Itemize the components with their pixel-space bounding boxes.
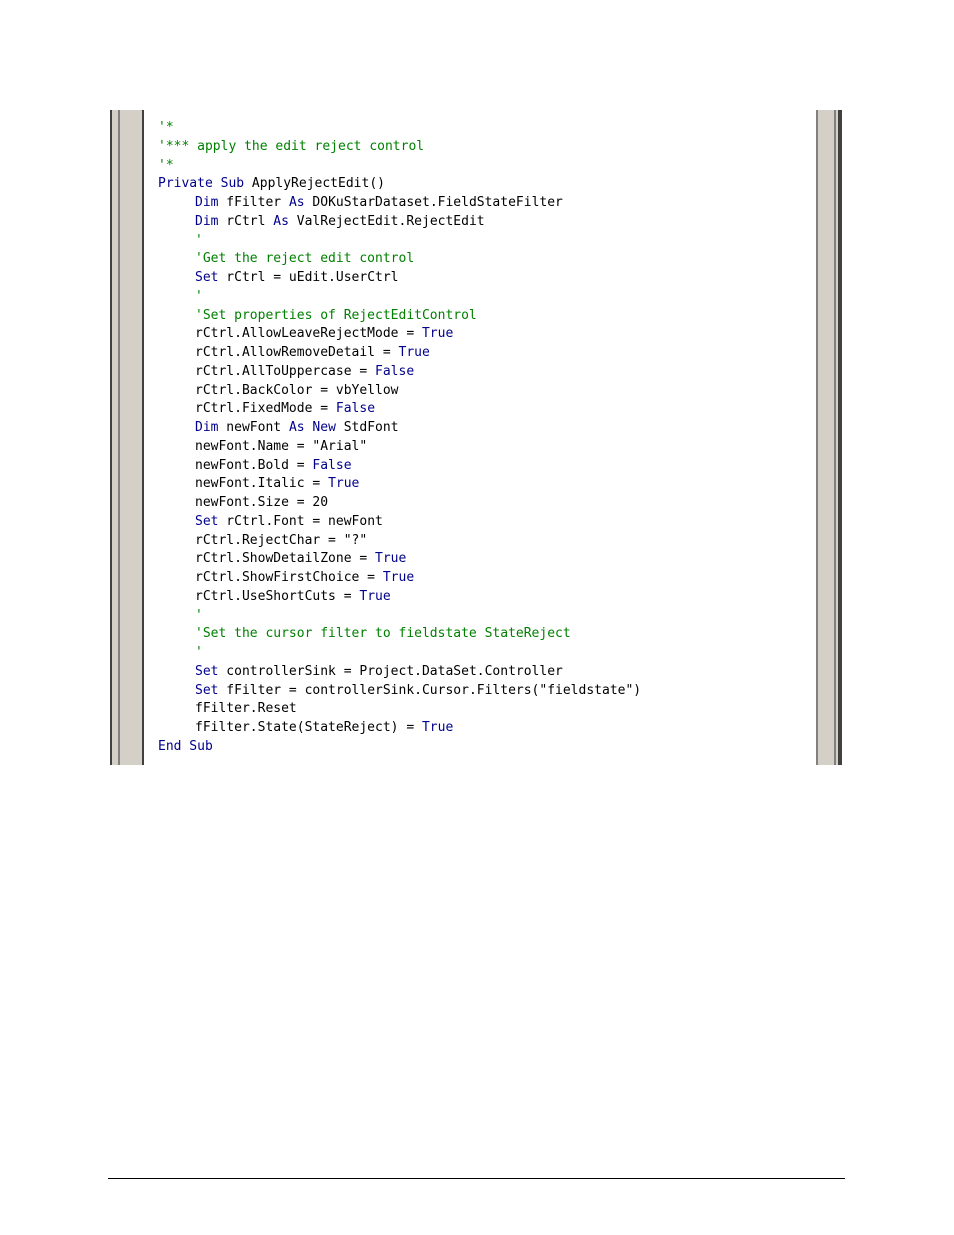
code-line: fFilter.Reset: [158, 700, 641, 719]
code-keyword: True: [421, 326, 454, 342]
code-keyword: True: [398, 345, 430, 360]
code-keyword: True: [382, 570, 415, 585]
code-line: ': [158, 607, 641, 626]
code-comment: 'Set properties of RejectEditControl: [195, 307, 477, 323]
code-keyword: False: [335, 401, 376, 417]
code-keyword: True: [421, 720, 454, 735]
code-comment: ': [195, 288, 203, 304]
code-line: rCtrl.RejectChar = "?": [158, 532, 641, 551]
code-line: rCtrl.ShowFirstChoice = True: [158, 569, 641, 588]
code-text: rCtrl: [218, 213, 274, 229]
editor-right-scrollbar[interactable]: [814, 110, 842, 765]
code-text: fFilter.State(StateReject) =: [195, 720, 422, 735]
code-keyword: Set: [195, 513, 219, 529]
code-text: StdFont: [335, 420, 399, 435]
code-text: newFont.Italic =: [195, 476, 329, 492]
code-line: rCtrl.ShowDetailZone = True: [158, 550, 641, 569]
code-keyword: Dim: [195, 195, 219, 210]
code-text: rCtrl.Font = newFont: [218, 513, 383, 529]
code-line: Private Sub ApplyRejectEdit(): [158, 175, 641, 194]
code-line: 'Set the cursor filter to fieldstate Sta…: [158, 625, 641, 644]
code-line: newFont.Bold = False: [158, 457, 641, 476]
code-line: '*** apply the edit reject control: [158, 138, 641, 157]
code-text: newFont.Bold =: [195, 457, 313, 473]
code-line: '*: [158, 119, 641, 138]
code-keyword: Dim: [195, 420, 219, 435]
code-text: rCtrl.UseShortCuts =: [195, 588, 360, 604]
code-comment: 'Set the cursor filter to fieldstate Sta…: [195, 626, 571, 642]
code-text: DOKuStarDataset.FieldStateFilter: [304, 195, 563, 210]
code-text: newFont: [218, 420, 289, 435]
code-line: ': [158, 288, 641, 307]
code-text: rCtrl = uEdit.UserCtrl: [218, 270, 399, 285]
code-text: rCtrl.AllToUppercase =: [195, 363, 376, 379]
code-line: Dim newFont As New StdFont: [158, 419, 641, 438]
code-keyword: True: [359, 588, 391, 604]
code-line: rCtrl.UseShortCuts = True: [158, 588, 641, 607]
code-keyword: Private Sub: [158, 176, 245, 192]
code-comment: '*** apply the edit reject control: [158, 138, 425, 154]
code-line: rCtrl.AllowLeaveRejectMode = True: [158, 325, 641, 344]
code-listing: '* '*** apply the edit reject control '* Pr…: [158, 119, 641, 757]
code-keyword: False: [375, 363, 415, 379]
code-keyword: True: [328, 476, 360, 492]
code-line: rCtrl.AllowRemoveDetail = True: [158, 344, 641, 363]
code-line: ': [158, 644, 641, 663]
code-keyword: Set: [195, 270, 219, 285]
code-text: fFilter.Reset: [195, 701, 297, 717]
code-text: ApplyRejectEdit(): [244, 176, 385, 192]
code-line: Set controllerSink = Project.DataSet.Con…: [158, 663, 641, 682]
code-line: rCtrl.AllToUppercase = False: [158, 363, 641, 382]
code-text: fFilter = controllerSink.Cursor.Filters(…: [218, 682, 642, 698]
code-keyword: As New: [288, 420, 336, 435]
code-line: newFont.Name = "Arial": [158, 438, 641, 457]
code-line: newFont.Size = 20: [158, 494, 641, 513]
code-line: Dim rCtrl As ValRejectEdit.RejectEdit: [158, 213, 641, 232]
code-comment: '*: [158, 120, 174, 135]
code-line: 'Set properties of RejectEditControl: [158, 307, 641, 326]
code-line: Set rCtrl.Font = newFont: [158, 513, 641, 532]
code-text: rCtrl.RejectChar = "?": [195, 532, 368, 548]
code-line: Set fFilter = controllerSink.Cursor.Filt…: [158, 682, 641, 701]
editor-left-margin-bar: [110, 110, 146, 765]
code-comment: '*: [158, 157, 174, 173]
footer-divider: [108, 1178, 845, 1179]
code-keyword: End Sub: [158, 738, 213, 754]
code-text: controllerSink = Project.DataSet.Control…: [218, 663, 563, 679]
code-line: Set rCtrl = uEdit.UserCtrl: [158, 269, 641, 288]
code-keyword: True: [375, 551, 407, 567]
code-text: rCtrl.AllowLeaveRejectMode =: [195, 326, 422, 342]
code-keyword: False: [312, 457, 352, 473]
code-comment: ': [195, 232, 203, 248]
code-keyword: As: [273, 213, 289, 229]
code-keyword: Set: [195, 663, 219, 679]
code-line: rCtrl.BackColor = vbYellow: [158, 382, 641, 401]
code-text: rCtrl.ShowFirstChoice =: [195, 570, 383, 585]
code-text: newFont.Name = "Arial": [195, 438, 368, 454]
code-text: fFilter: [218, 195, 289, 210]
code-line: fFilter.State(StateReject) = True: [158, 719, 641, 738]
code-text: rCtrl.FixedMode =: [195, 401, 336, 417]
code-line: newFont.Italic = True: [158, 475, 641, 494]
code-line: 'Get the reject edit control: [158, 250, 641, 269]
code-keyword: Dim: [195, 213, 219, 229]
code-text: newFont.Size = 20: [195, 495, 329, 510]
code-editor-window: '* '*** apply the edit reject control '* Pr…: [110, 110, 842, 765]
code-line: ': [158, 232, 641, 251]
code-line: '*: [158, 157, 641, 176]
code-text: rCtrl.ShowDetailZone =: [195, 551, 376, 567]
code-text: rCtrl.AllowRemoveDetail =: [195, 345, 399, 360]
code-keyword: Set: [195, 682, 219, 698]
code-text: ValRejectEdit.RejectEdit: [288, 213, 485, 229]
code-text: rCtrl.BackColor = vbYellow: [195, 382, 399, 398]
code-line: Dim fFilter As DOKuStarDataset.FieldStat…: [158, 194, 641, 213]
code-comment: ': [195, 607, 203, 623]
code-line: End Sub: [158, 738, 641, 757]
code-line: rCtrl.FixedMode = False: [158, 400, 641, 419]
code-comment: ': [195, 645, 203, 660]
code-keyword: As: [288, 195, 305, 210]
code-comment: 'Get the reject edit control: [195, 251, 415, 267]
